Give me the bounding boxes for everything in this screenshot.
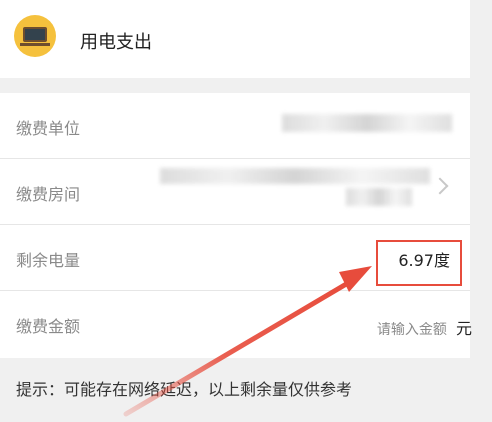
page-title: 用电支出 [80,32,152,53]
annotation-highlight-box [376,240,462,286]
header-card [0,0,470,78]
amount-unit: 元 [455,319,472,338]
row-label-remaining-power: 剩余电量 [16,251,81,270]
redacted-payment-room-line-1 [160,168,430,184]
amount-input[interactable] [356,322,447,338]
row-label-payment-amount: 缴费金额 [16,317,81,336]
redacted-payment-unit [282,114,452,132]
header-avatar [14,15,56,57]
blackboard-stand [20,43,50,46]
row-label-payment-unit: 缴费单位 [16,119,81,138]
redacted-payment-room-line-2 [346,188,412,206]
tip-text: 提示：可能存在网络延迟，以上剩余量仅供参考 [16,380,353,399]
payment-amount-field[interactable]: 元 [356,315,472,339]
row-label-payment-room: 缴费房间 [16,185,81,204]
blackboard-icon [23,27,47,42]
